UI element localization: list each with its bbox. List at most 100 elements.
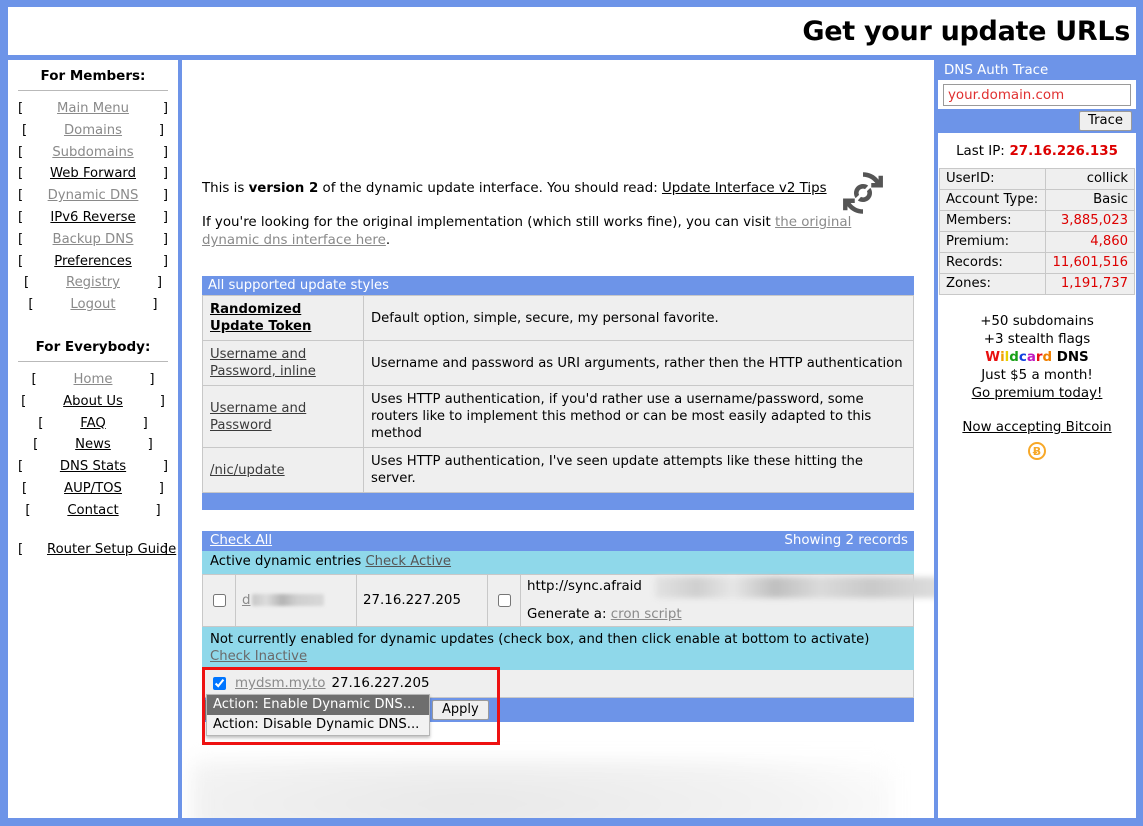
- stat-key: Premium:: [938, 231, 1047, 253]
- sidebar-item-link[interactable]: DNS Stats: [60, 456, 126, 478]
- sidebar-item-home[interactable]: [Home]: [8, 369, 178, 391]
- sidebar-item-aup-tos[interactable]: [AUP/TOS]: [8, 478, 178, 500]
- sidebar-item-registry[interactable]: [ Registry]: [8, 272, 178, 294]
- divider: [18, 360, 168, 362]
- accepting-bitcoin-link[interactable]: Now accepting Bitcoin: [962, 420, 1111, 435]
- table-row: Randomized Update Token Default option, s…: [202, 295, 914, 341]
- last-ip-value: 27.16.226.135: [1009, 144, 1118, 159]
- sidebar-item-link[interactable]: Web Forward: [50, 163, 136, 185]
- sidebar-item-link[interactable]: Preferences: [54, 251, 132, 273]
- bracket-close: ]: [162, 459, 168, 475]
- sidebar-item-about-us[interactable]: [About Us]: [8, 391, 178, 413]
- check-active-link[interactable]: Check Active: [365, 554, 451, 569]
- sidebar-item-link[interactable]: Dynamic DNS: [48, 185, 139, 207]
- main-content: This is version 2 of the dynamic update …: [182, 60, 934, 818]
- sidebar-item-link[interactable]: AUP/TOS: [64, 478, 122, 500]
- sidebar-item-faq[interactable]: [FAQ]: [8, 413, 178, 435]
- sidebar-item-domains[interactable]: [Domains]: [8, 120, 178, 142]
- bracket-open: [: [21, 122, 28, 138]
- check-inactive-link[interactable]: Check Inactive: [210, 649, 307, 664]
- active-records-table: d 27.16.227.205 http://sync.afraid Gener…: [202, 574, 934, 627]
- update-interface-tips-link[interactable]: Update Interface v2 Tips: [662, 181, 827, 196]
- go-premium-link[interactable]: Go premium today!: [972, 386, 1103, 401]
- bitcoin-icon-row: Ƀ: [938, 437, 1136, 461]
- bitcoin-row: Now accepting Bitcoin: [938, 419, 1136, 437]
- sidebar-item-subdomains[interactable]: [ Subdomains]: [8, 142, 178, 164]
- right-sidebar: DNS Auth Trace Trace Last IP: 27.16.226.…: [938, 60, 1136, 818]
- sidebar-item-link[interactable]: Main Menu: [57, 98, 129, 120]
- page-header: Get your update URLs: [8, 7, 1136, 55]
- bracket-close: ]: [149, 371, 155, 387]
- go-premium-row: Go premium today!: [938, 385, 1136, 403]
- sidebar-item-preferences[interactable]: [Preferences]: [8, 251, 178, 273]
- bracket-open: [: [24, 275, 30, 291]
- bracket-open: [: [18, 459, 24, 475]
- bracket-close: ]: [156, 275, 162, 291]
- sidebar-item-link[interactable]: FAQ: [80, 413, 106, 435]
- intro-block: This is version 2 of the dynamic update …: [202, 60, 914, 250]
- sidebar-item-link[interactable]: Home: [74, 369, 113, 391]
- sidebar-item-logout[interactable]: [Logout]: [8, 294, 178, 316]
- active-url-checkbox[interactable]: [498, 593, 511, 607]
- cron-script-link[interactable]: cron script: [611, 607, 682, 622]
- sidebar-item-link[interactable]: Domains: [64, 120, 122, 142]
- inactive-ip: 27.16.227.205: [331, 676, 430, 691]
- bracket-close: ]: [162, 209, 168, 225]
- sidebar-item-link[interactable]: Contact: [67, 500, 118, 522]
- sidebar-item-router-setup-guide[interactable]: [ Router Setup Guide ]: [8, 540, 178, 559]
- dns-auth-trace-header: DNS Auth Trace: [938, 60, 1136, 80]
- trace-button[interactable]: Trace: [1079, 111, 1132, 131]
- sidebar-item-link[interactable]: Backup DNS: [53, 229, 134, 251]
- sidebar-item-ipv6-reverse[interactable]: [IPv6 Reverse]: [8, 207, 178, 229]
- trace-domain-input[interactable]: [943, 84, 1131, 106]
- sidebar-item-link[interactable]: Logout: [70, 294, 115, 316]
- table-row: UserID: collick: [938, 168, 1135, 190]
- sidebar-item-link[interactable]: About Us: [63, 391, 123, 413]
- bracket-close: ]: [162, 166, 168, 182]
- sidebar-item-dns-stats[interactable]: [ DNS Stats]: [8, 456, 178, 478]
- apply-button[interactable]: Apply: [432, 699, 489, 720]
- sidebar-item-backup-dns[interactable]: [Backup DNS]: [8, 229, 178, 251]
- sidebar-item-link[interactable]: IPv6 Reverse: [50, 207, 135, 229]
- inactive-entries-bar: Not currently enabled for dynamic update…: [202, 627, 914, 670]
- intro2-text-a: If you're looking for the original imple…: [202, 215, 775, 230]
- sidebar-item-web-forward[interactable]: [Web Forward]: [8, 163, 178, 185]
- bracket-open: [: [18, 253, 24, 269]
- sidebar-item-contact[interactable]: [Contact]: [8, 500, 178, 522]
- inactive-host-link[interactable]: mydsm.my.to: [235, 676, 326, 691]
- style-name-link[interactable]: /nic/update: [210, 463, 285, 478]
- stat-value: 11,601,516: [1045, 252, 1135, 274]
- bracket-open: [: [18, 144, 24, 160]
- sidebar-item-news[interactable]: [News]: [8, 434, 178, 456]
- sidebar-item-dynamic-dns[interactable]: [Dynamic DNS]: [8, 185, 178, 207]
- bracket-close: ]: [147, 437, 153, 453]
- intro-paragraph-1: This is version 2 of the dynamic update …: [202, 180, 862, 198]
- redacted-hostname: [251, 594, 324, 606]
- bracket-close: ]: [162, 231, 168, 247]
- inactive-row-checkbox[interactable]: [213, 677, 226, 690]
- sidebar-item-link[interactable]: News: [75, 434, 111, 456]
- style-name-link[interactable]: Username and Password: [210, 401, 306, 433]
- style-name-link[interactable]: Username and Password, inline: [210, 347, 316, 379]
- sidebar-item-main-menu[interactable]: [Main Menu]: [8, 98, 178, 120]
- active-host-label: d: [242, 593, 251, 608]
- style-name-link[interactable]: Randomized Update Token: [210, 302, 311, 334]
- last-ip: Last IP: 27.16.226.135: [938, 133, 1136, 168]
- bracket-open: [: [22, 480, 28, 496]
- active-url-cell: http://sync.afraid Generate a: cron scri…: [520, 574, 934, 627]
- bracket-close: ]: [159, 393, 165, 409]
- action-option[interactable]: Action: Enable Dynamic DNS...: [207, 695, 429, 715]
- records-section: Check All Showing 2 records Active dynam…: [202, 531, 934, 745]
- action-select-dropdown[interactable]: Action: Enable Dynamic DNS... Action: Dis…: [206, 694, 430, 736]
- update-styles-footer-bar: [202, 493, 914, 510]
- bracket-close: ]: [162, 144, 168, 160]
- active-row-checkbox[interactable]: [213, 593, 226, 607]
- router-setup-guide-link[interactable]: Router Setup Guide: [47, 540, 176, 559]
- check-all-link[interactable]: Check All: [210, 533, 272, 548]
- stat-key: Records:: [938, 252, 1047, 274]
- sidebar-item-link[interactable]: Subdomains: [52, 142, 133, 164]
- action-option[interactable]: Action: Disable Dynamic DNS...: [207, 715, 429, 735]
- bracket-open: [: [18, 188, 24, 204]
- table-row: Username and Password Uses HTTP authentic…: [202, 385, 914, 448]
- sidebar-item-link[interactable]: Registry: [66, 272, 120, 294]
